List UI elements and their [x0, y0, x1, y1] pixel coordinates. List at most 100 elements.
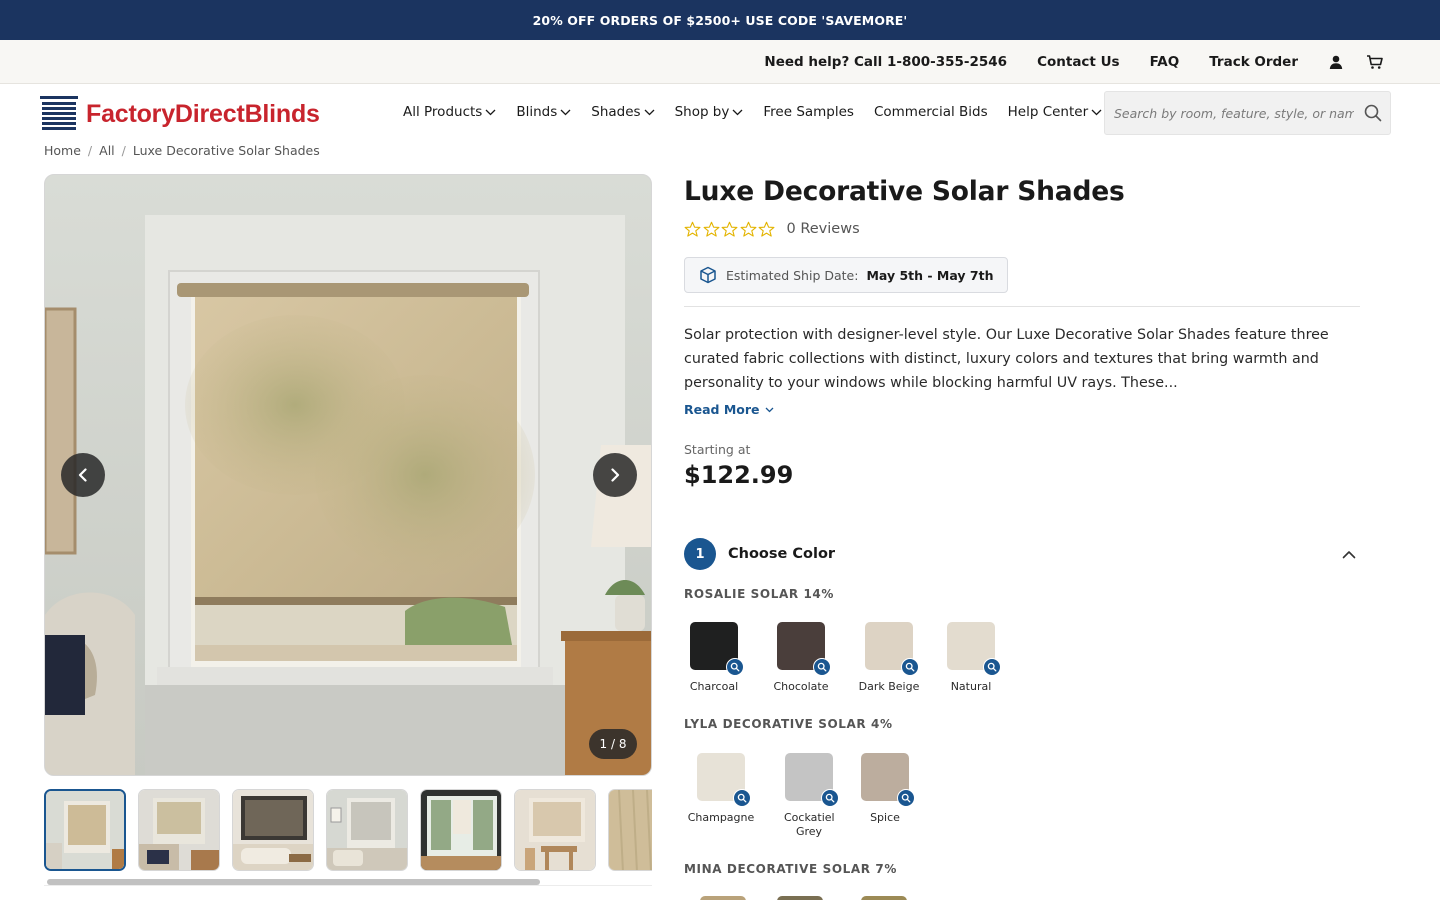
nav-blinds[interactable]: Blinds: [516, 104, 571, 120]
thumbnail-4[interactable]: [326, 789, 408, 871]
star-icon: [703, 221, 719, 237]
nav-shop-by[interactable]: Shop by: [675, 104, 744, 120]
star-icon: [758, 221, 775, 237]
star-icon: [684, 221, 701, 237]
zoom-icon[interactable]: [983, 658, 1001, 676]
thumbnail-7[interactable]: [608, 789, 652, 871]
star-icon: [740, 221, 756, 237]
breadcrumb-all[interactable]: All: [99, 143, 115, 158]
track-order-link[interactable]: Track Order: [1209, 54, 1298, 70]
swatch-cockatiel-grey[interactable]: Cockatiel Grey: [769, 753, 849, 839]
breadcrumb-home[interactable]: Home: [44, 143, 81, 158]
swatch-chip: [690, 622, 744, 676]
chevron-up-icon[interactable]: [1342, 550, 1356, 559]
thumbnail-scrollbar[interactable]: [44, 878, 652, 886]
star-rating: [684, 221, 777, 238]
thumbnail-6[interactable]: [514, 789, 596, 871]
package-box-icon: [700, 266, 716, 284]
help-phone-link[interactable]: Need help? Call 1-800-355-2546: [764, 54, 1007, 70]
contact-us-link[interactable]: Contact Us: [1037, 54, 1120, 70]
chevron-down-icon: [1091, 109, 1102, 115]
swatch-chip: [947, 622, 1001, 676]
chevron-down-icon: [485, 109, 496, 115]
swatch-chip: [777, 622, 831, 676]
search-box: [1104, 91, 1391, 135]
swatch-chocolate[interactable]: Chocolate: [761, 622, 841, 694]
thumbnail-1[interactable]: [44, 789, 126, 871]
swatch-chip[interactable]: [777, 896, 823, 900]
divider: [684, 306, 1360, 307]
account-icon[interactable]: [1328, 54, 1344, 70]
step-label: Choose Color: [728, 546, 836, 562]
chevron-right-icon: [611, 468, 620, 482]
swatch-chip[interactable]: [861, 896, 907, 900]
swatch-chip: [861, 753, 915, 807]
scrollbar-thumb[interactable]: [47, 879, 540, 885]
site-logo[interactable]: FactoryDirectBlinds: [40, 96, 320, 132]
search-input[interactable]: [1114, 105, 1354, 121]
zoom-icon[interactable]: [813, 658, 831, 676]
zoom-icon[interactable]: [901, 658, 919, 676]
gallery-prev-button[interactable]: [61, 453, 105, 497]
swatch-champagne[interactable]: Champagne: [681, 753, 761, 825]
breadcrumb-separator: /: [121, 143, 126, 158]
swatch-name: Spice: [870, 811, 900, 824]
ship-date-badge: Estimated Ship Date: May 5th - May 7th: [684, 257, 1009, 293]
promo-banner[interactable]: 20% OFF ORDERS OF $2500+ USE CODE 'SAVEM…: [0, 0, 1440, 40]
nav-label: Help Center: [1007, 104, 1089, 120]
read-more-label: Read More: [684, 402, 760, 417]
zoom-icon[interactable]: [821, 789, 839, 807]
swatch-chip[interactable]: [700, 896, 746, 900]
product-gallery: 1 / 8: [44, 174, 652, 776]
swatch-name: Dark Beige: [858, 680, 920, 693]
nav-label: Commercial Bids: [873, 104, 988, 120]
swatch-charcoal[interactable]: Charcoal: [674, 622, 754, 694]
product-description: Solar protection with designer-level sty…: [684, 327, 1329, 391]
nav-help-center[interactable]: Help Center: [1008, 104, 1103, 120]
faq-link[interactable]: FAQ: [1150, 54, 1180, 70]
nav-label: All Products: [403, 104, 483, 120]
step-number-badge: 1: [684, 538, 716, 570]
rating-row[interactable]: 0 Reviews: [684, 217, 1360, 241]
breadcrumb-separator: /: [87, 143, 93, 158]
promo-text: 20% OFF ORDERS OF $2500+ USE CODE 'SAVEM…: [532, 12, 908, 28]
gallery-next-button[interactable]: [593, 453, 637, 497]
product-price: $122.99: [684, 461, 794, 489]
thumbnail-5[interactable]: [420, 789, 502, 871]
swatch-dark-beige[interactable]: Dark Beige: [849, 622, 929, 694]
collection-heading: LYLA DECORATIVE SOLAR 4%: [684, 717, 893, 731]
breadcrumb-current: Luxe Decorative Solar Shades: [132, 143, 320, 158]
nav-shades[interactable]: Shades: [591, 104, 655, 120]
nav-label: Shop by: [674, 104, 730, 120]
choose-color-step-header[interactable]: 1 Choose Color: [684, 538, 1360, 570]
starting-at-label: Starting at: [684, 442, 751, 457]
zoom-icon[interactable]: [733, 789, 751, 807]
swatch-chip: [865, 622, 919, 676]
swatch-spice[interactable]: Spice: [845, 753, 925, 825]
swatch-natural[interactable]: Natural: [931, 622, 1011, 694]
zoom-icon[interactable]: [726, 658, 744, 676]
nav-label: Shades: [591, 104, 641, 120]
cart-icon[interactable]: [1366, 54, 1384, 70]
thumbnail-3[interactable]: [232, 789, 314, 871]
search-icon[interactable]: [1364, 104, 1382, 122]
nav-all-products[interactable]: All Products: [403, 104, 496, 120]
swatch-chip: [697, 753, 751, 807]
nav-free-samples[interactable]: Free Samples: [763, 104, 854, 120]
read-more-link[interactable]: Read More: [684, 402, 774, 417]
logo-text: FactoryDirectBlinds: [86, 99, 320, 128]
zoom-icon[interactable]: [897, 789, 915, 807]
logo-blinds-icon: [40, 96, 78, 130]
chevron-down-icon: [765, 407, 773, 412]
review-count[interactable]: 0 Reviews: [787, 221, 860, 237]
chevron-down-icon: [560, 109, 571, 115]
ship-date-label: Estimated Ship Date:: [726, 267, 859, 283]
ship-date-value: May 5th - May 7th: [866, 267, 994, 283]
nav-commercial-bids[interactable]: Commercial Bids: [874, 104, 988, 120]
swatch-chip: [785, 753, 839, 807]
thumbnail-2[interactable]: [138, 789, 220, 871]
product-info: Luxe Decorative Solar Shades 0 Reviews E…: [684, 174, 1360, 489]
collection-heading: MINA DECORATIVE SOLAR 7%: [684, 862, 897, 876]
chevron-left-icon: [78, 468, 87, 482]
product-main-image[interactable]: [45, 175, 652, 776]
